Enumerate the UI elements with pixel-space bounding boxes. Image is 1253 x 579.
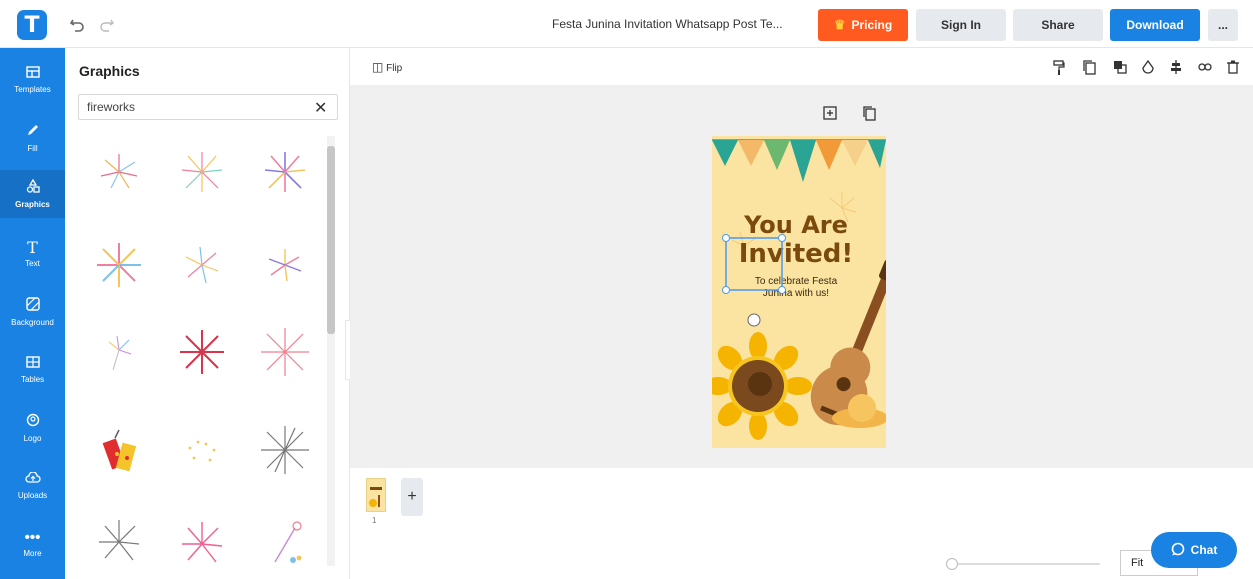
page-thumbnail[interactable]	[366, 478, 386, 512]
sidebar-item-templates[interactable]: Templates	[0, 56, 65, 104]
trash-icon[interactable]	[1227, 60, 1239, 77]
cloud-upload-icon	[24, 471, 41, 488]
sidebar-item-label: Background	[11, 318, 54, 327]
firework-graphic[interactable]	[170, 508, 234, 572]
chat-bubble-icon	[1171, 542, 1185, 559]
sidebar-item-label: Graphics	[15, 200, 50, 209]
sidebar-item-more[interactable]: ••• More	[0, 520, 65, 568]
sidebar-item-graphics[interactable]: Graphics	[0, 170, 65, 218]
firework-graphic[interactable]	[170, 418, 234, 482]
firecracker-graphic[interactable]	[87, 418, 151, 482]
sidebar-item-label: More	[23, 549, 42, 558]
search-value: fireworks	[87, 100, 136, 114]
logo-icon	[26, 413, 40, 431]
pencil-icon	[26, 123, 40, 141]
panel-scroll-thumb[interactable]	[327, 146, 335, 334]
panel-title: Graphics	[79, 63, 140, 79]
chat-button[interactable]: Chat	[1151, 532, 1237, 568]
sidebar-item-label: Templates	[14, 85, 51, 94]
sidebar-item-logo[interactable]: Logo	[0, 404, 65, 452]
add-page-icon[interactable]	[823, 106, 837, 123]
layer-order-icon[interactable]	[1113, 60, 1127, 77]
sidebar-item-label: Uploads	[17, 491, 48, 500]
close-icon[interactable]: ✕	[314, 98, 327, 118]
page-number: 1	[372, 516, 377, 525]
flip-button[interactable]: ◫ Flip	[372, 60, 402, 74]
more-icon: •••	[24, 529, 41, 546]
firework-graphic[interactable]	[253, 233, 317, 297]
firework-graphic[interactable]	[253, 418, 317, 482]
copy-page-icon[interactable]	[863, 106, 876, 124]
firework-graphic[interactable]	[87, 508, 151, 572]
canvas-area: You Are Invited! To celebrate Festa Juni…	[350, 86, 1253, 468]
opacity-icon[interactable]	[1142, 59, 1154, 77]
sidebar-item-uploads[interactable]: Uploads	[0, 462, 65, 510]
undo-icon[interactable]	[67, 14, 87, 34]
canvas-toolbar: ◫ Flip	[350, 48, 1253, 86]
firework-graphic[interactable]	[170, 320, 234, 384]
add-page-button[interactable]: +	[401, 478, 423, 516]
sidebar-item-label: Tables	[20, 375, 45, 384]
firework-graphic[interactable]	[253, 320, 317, 384]
design-canvas[interactable]: You Are Invited! To celebrate Festa Juni…	[712, 136, 886, 448]
sidebar-item-fill[interactable]: Fill	[0, 114, 65, 162]
sidebar-item-background[interactable]: Background	[0, 288, 65, 336]
headline-line-2[interactable]: Invited!	[739, 239, 854, 269]
firework-graphic[interactable]	[253, 140, 317, 204]
firework-graphic[interactable]	[170, 140, 234, 204]
chat-label: Chat	[1190, 543, 1218, 557]
search-input[interactable]: fireworks	[78, 94, 338, 120]
subtext-line-1[interactable]: To celebrate Festa	[755, 276, 838, 287]
table-icon	[25, 356, 40, 372]
redo-icon[interactable]	[97, 14, 117, 34]
background-icon	[25, 297, 40, 315]
flip-icon: ◫	[372, 60, 384, 74]
link-icon[interactable]	[1198, 60, 1212, 75]
firework-graphic[interactable]	[170, 233, 234, 297]
sidebar-item-label: Text	[25, 259, 40, 268]
firework-graphic[interactable]	[87, 233, 151, 297]
document-title[interactable]: Festa Junina Invitation Whatsapp Post Te…	[552, 17, 783, 31]
app-logo[interactable]: T	[17, 10, 47, 40]
sidebar-item-text[interactable]: T Text	[0, 230, 65, 278]
templates-icon	[25, 66, 40, 82]
zoom-slider-handle[interactable]	[946, 558, 958, 570]
sidebar: Templates Fill Graphics T Text Backgroun…	[0, 48, 65, 579]
pricing-label: Pricing	[851, 18, 893, 32]
align-icon[interactable]	[1170, 60, 1182, 77]
sidebar-item-label: Logo	[23, 434, 42, 443]
duplicate-icon[interactable]	[1083, 60, 1096, 78]
graphics-panel: Graphics fireworks ✕	[65, 48, 350, 579]
firework-graphic[interactable]	[87, 140, 151, 204]
text-icon: T	[27, 238, 38, 257]
crown-icon: ♛	[833, 17, 846, 32]
firework-graphic[interactable]	[87, 320, 151, 384]
sidebar-item-label: Fill	[27, 144, 38, 153]
flip-label: Flip	[386, 63, 403, 74]
headline-line-1[interactable]: You Are	[743, 211, 848, 239]
shapes-icon	[26, 178, 40, 197]
sign-in-button[interactable]: Sign In	[916, 9, 1006, 41]
pages-strip: 1 + Fit	[350, 468, 1253, 579]
share-button[interactable]: Share	[1013, 9, 1103, 41]
sidebar-item-tables[interactable]: Tables	[0, 346, 65, 394]
paint-roller-icon[interactable]	[1053, 60, 1065, 79]
top-bar: T Festa Junina Invitation Whatsapp Post …	[0, 0, 1253, 48]
pricing-button[interactable]: ♛ Pricing	[818, 9, 908, 41]
firework-graphic[interactable]	[253, 508, 317, 572]
download-button[interactable]: Download	[1110, 9, 1200, 41]
more-options-button[interactable]: ...	[1208, 9, 1238, 41]
zoom-slider[interactable]	[950, 563, 1100, 565]
